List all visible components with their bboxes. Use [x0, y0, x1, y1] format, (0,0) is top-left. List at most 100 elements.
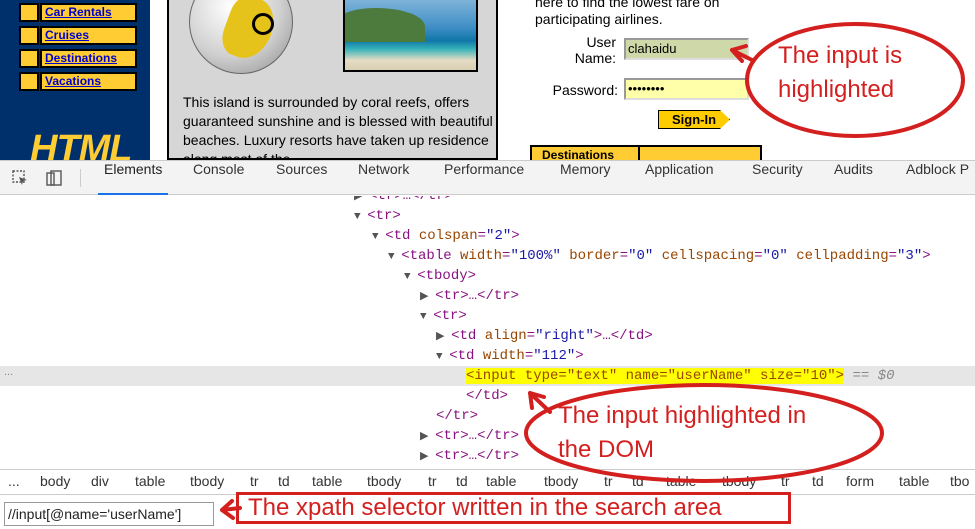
dom-node[interactable]: ▼ <tr> [420, 306, 975, 326]
dom-node[interactable]: ▶ <tr>…</tr> [420, 446, 975, 466]
toolbar-divider [80, 169, 81, 187]
breadcrumb-item[interactable]: td [632, 473, 644, 489]
device-toolbar-icon[interactable] [46, 170, 62, 186]
breadcrumb-item[interactable]: tbody [190, 473, 224, 489]
nav-bullet [19, 26, 39, 45]
breadcrumb-item[interactable]: table [666, 473, 696, 489]
breadcrumb-overflow[interactable]: ... [8, 473, 20, 489]
breadcrumb-item[interactable]: body [40, 473, 70, 489]
breadcrumb-item[interactable]: table [312, 473, 342, 489]
dom-attr-name: border [569, 248, 620, 264]
tab-security[interactable]: Security [752, 161, 803, 195]
dom-node[interactable]: ▼ <tbody> [404, 266, 975, 286]
breadcrumb-item[interactable]: tbody [722, 473, 756, 489]
dom-node[interactable]: ▼ <table width="100%" border="0" cellspa… [388, 246, 975, 266]
nav-link-destinations[interactable]: Destinations [40, 49, 137, 68]
tab-elements[interactable]: Elements [97, 161, 169, 195]
dom-attr-value: "3" [897, 248, 923, 264]
breadcrumb-item[interactable]: tbody [367, 473, 401, 489]
tab-audits[interactable]: Audits [834, 161, 873, 195]
dom-tag: td [393, 228, 411, 244]
dom-node[interactable]: ▼ <td colspan="2"> [372, 226, 975, 246]
breadcrumb-item[interactable]: td [278, 473, 290, 489]
breadcrumb-item[interactable]: tr [250, 473, 259, 489]
dom-tag: tr [375, 208, 393, 224]
tab-console[interactable]: Console [193, 161, 244, 195]
annotation-label: highlighted [778, 76, 895, 103]
gutter-ellipsis: ... [4, 366, 14, 378]
dom-node-text: >…</td> [593, 328, 653, 344]
dom-tag: td [459, 328, 477, 344]
nav-bullet [19, 49, 39, 68]
globe-image [189, 0, 293, 74]
inspect-element-icon[interactable] [12, 170, 28, 186]
selected-node-marker: == $0 [852, 368, 895, 384]
dom-node[interactable]: ▶ <td align="right">…</td> [436, 326, 975, 346]
username-label-line-2: Name: [574, 50, 616, 66]
tab-network[interactable]: Network [358, 161, 409, 195]
breadcrumb-item[interactable]: table [135, 473, 165, 489]
dom-attr-name: align [484, 328, 527, 344]
xpath-search-input[interactable]: //input[@name='userName'] [4, 502, 214, 526]
left-nav: Car Rentals Cruises Destinations Vacatio… [0, 0, 150, 160]
destinations-label: Destinations [532, 147, 640, 160]
breadcrumb-item[interactable]: tbo [950, 473, 969, 489]
breadcrumb-item[interactable]: td [456, 473, 468, 489]
dom-attr-value: "112" [533, 348, 576, 364]
dom-attr-value: "100%" [510, 248, 561, 264]
breadcrumb-item[interactable]: td [812, 473, 824, 489]
dom-node[interactable]: ▼ <tr> [354, 206, 975, 226]
breadcrumb-item[interactable]: table [899, 473, 929, 489]
tab-adblock[interactable]: Adblock P [906, 161, 969, 195]
devtools-panel: Elements Console Sources Network Perform… [0, 160, 975, 529]
password-label: Password: [552, 82, 618, 98]
nav-link-car-rentals[interactable]: Car Rentals [40, 3, 137, 22]
annotation-label: The xpath selector written in the search… [248, 494, 722, 521]
nav-bullet [19, 72, 39, 91]
dom-node-text: <tr>…</tr> [435, 448, 520, 464]
breadcrumb-item[interactable]: tr [781, 473, 790, 489]
dom-attr-name: cellpadding [796, 248, 889, 264]
selected-input-node: <input type="text" name="userName" size=… [466, 368, 845, 384]
username-label-line-1: User [586, 34, 616, 50]
dom-node-selected[interactable]: ... <input type="text" name="userName" si… [0, 366, 975, 386]
password-input[interactable]: •••••••• [624, 78, 749, 100]
dom-node[interactable]: ▶ <tr>…</tr> [354, 196, 975, 206]
nav-bullet [19, 3, 39, 22]
annotation-label: The input highlighted in [558, 402, 807, 429]
breadcrumb-item[interactable]: div [91, 473, 109, 489]
dom-node[interactable]: ▶ <tr>…</tr> [420, 286, 975, 306]
breadcrumb-item[interactable]: tbody [544, 473, 578, 489]
username-input[interactable]: clahaidu [624, 38, 749, 60]
sign-in-button[interactable]: Sign-In [658, 110, 730, 129]
dom-tag: table [409, 248, 452, 264]
dom-attr-name: cellspacing [661, 248, 755, 264]
beach-photo [343, 0, 478, 72]
dom-node[interactable]: ▼ <td width="112"> [436, 346, 975, 366]
login-intro-line-2: participating airlines. [535, 11, 663, 27]
dom-node-text: <tr>…</tr> [435, 428, 520, 444]
dom-attr-value: "2" [486, 228, 512, 244]
nav-link-vacations[interactable]: Vacations [40, 72, 137, 91]
dom-tag: td [457, 348, 475, 364]
html-logo: HTML [30, 128, 133, 160]
dom-node-text: <tr>…</tr> [369, 196, 454, 204]
username-label: User Name: [570, 34, 616, 66]
dom-tag: tbody [425, 268, 468, 284]
login-intro-line-1: here to find the lowest fare on [535, 0, 720, 10]
devtools-tabbar: Elements Console Sources Network Perform… [0, 161, 975, 195]
breadcrumb-item[interactable]: tr [604, 473, 613, 489]
breadcrumb-item[interactable]: form [846, 473, 874, 489]
tab-application[interactable]: Application [645, 161, 714, 195]
dom-node-text: <tr>…</tr> [435, 288, 520, 304]
tab-performance[interactable]: Performance [444, 161, 524, 195]
annotation-label: the DOM [558, 436, 655, 463]
dom-node-text: </tr> [436, 408, 479, 424]
nav-link-cruises[interactable]: Cruises [40, 26, 137, 45]
breadcrumb-item[interactable]: table [486, 473, 516, 489]
dom-attr-name: width [482, 348, 525, 364]
tab-sources[interactable]: Sources [276, 161, 327, 195]
breadcrumb-item[interactable]: tr [428, 473, 437, 489]
login-form: here to find the lowest fare on particip… [530, 0, 975, 160]
tab-memory[interactable]: Memory [560, 161, 611, 195]
